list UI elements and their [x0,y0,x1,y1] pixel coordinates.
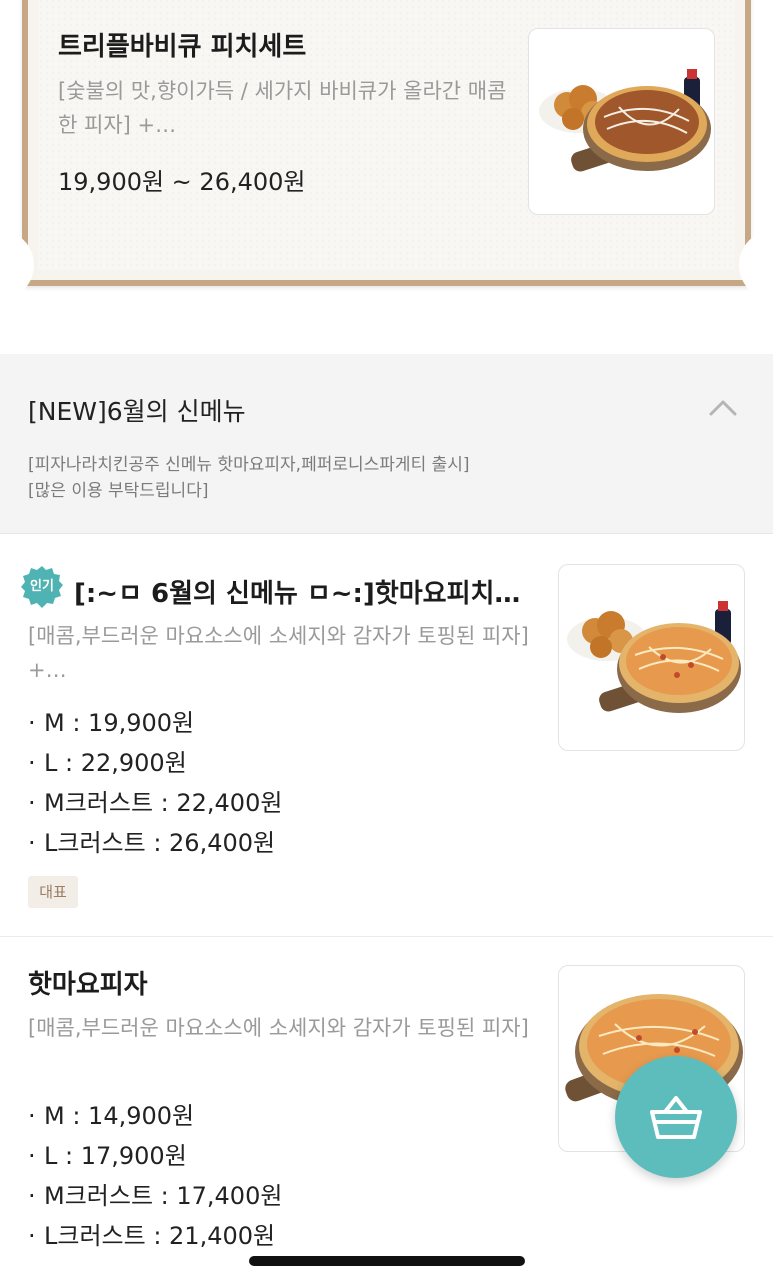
pizza-set-photo-icon [567,601,741,713]
home-indicator[interactable] [249,1256,525,1266]
collapse-toggle[interactable] [703,390,743,426]
price-option: · M크러스트 : 17,400원 [28,1182,283,1210]
menu-item-title: [:~ㅁ 6월의 신메뉴 ㅁ~:]핫마요피치… [74,579,521,609]
price-option: · L : 22,900원 [28,749,187,777]
category-header[interactable]: [NEW]6월의 신메뉴 [피자나라치킨공주 신메뉴 핫마요피자,페퍼로니스파게… [0,354,773,534]
menu-item[interactable]: 인기 [:~ㅁ 6월의 신메뉴 ㅁ~:]핫마요피치… [매콤,부드러운 마요소스… [0,535,773,937]
category-desc-line: [많은 이용 부탁드립니다] [28,481,209,501]
chevron-up-icon [709,400,737,416]
price-option: · M : 14,900원 [28,1102,195,1130]
price-options: · M : 19,900원 · L : 22,900원 · M크러스트 : 22,40… [28,703,282,863]
category-title: [NEW]6월의 신메뉴 [28,397,246,426]
category-desc-line: [피자나라치킨공주 신메뉴 핫마요피자,페퍼로니스파게티 출시] [28,455,470,475]
popular-badge-label: 인기 [30,579,54,594]
menu-item-title: 핫마요피자 [28,970,148,1000]
menu-item-description: [매콤,부드러운 마요소스에 소세지와 감자가 토핑된 피자] +… [28,624,529,682]
shopping-basket-icon [650,1096,702,1139]
cart-button[interactable] [615,1056,737,1178]
featured-description: [숯불의 맛,향이가득 / 세가지 바비큐가 올라간 매콤한 피자] +… [58,79,507,137]
featured-menu-card[interactable]: 트리플바비큐 피치세트 [숯불의 맛,향이가득 / 세가지 바비큐가 올라간 매… [0,0,773,300]
pizza-set-photo-icon [539,69,711,172]
representative-badge: 대표 [28,876,78,908]
price-option: · M : 19,900원 [28,709,195,737]
featured-thumbnail[interactable] [528,28,715,215]
price-option: · L크러스트 : 21,400원 [28,1222,276,1250]
menu-item-thumbnail[interactable] [558,564,745,751]
popular-badge: 인기 [20,565,64,609]
price-option: · L : 17,900원 [28,1142,187,1170]
featured-price: 19,900원 ~ 26,400원 [58,168,306,196]
category-description: [피자나라치킨공주 신메뉴 핫마요피자,페퍼로니스파게티 출시] [많은 이용 … [28,452,470,504]
menu-item-description: [매콤,부드러운 마요소스에 소세지와 감자가 토핑된 피자] [28,1016,529,1040]
price-options: · M : 14,900원 · L : 17,900원 · M크러스트 : 17,40… [28,1096,282,1256]
price-option: · L크러스트 : 26,400원 [28,829,276,857]
featured-title: 트리플바비큐 피치세트 [58,32,307,62]
price-option: · M크러스트 : 22,400원 [28,789,283,817]
